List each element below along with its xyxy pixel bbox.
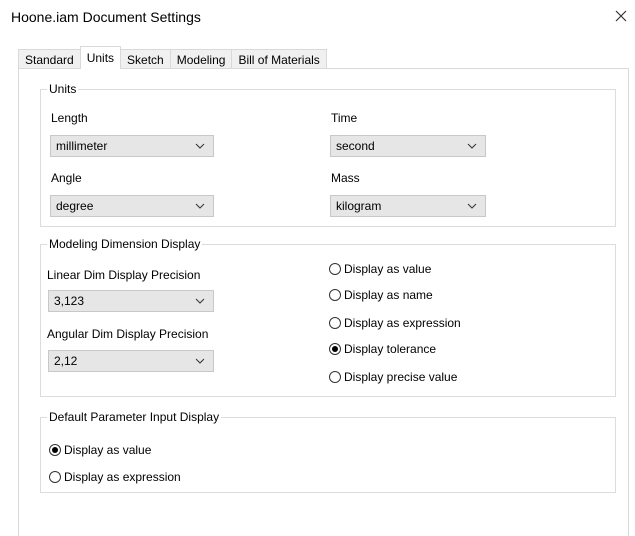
radio-param-display-as-expression[interactable]: Display as expression (49, 469, 181, 485)
radio-circle-selected (49, 444, 61, 456)
linear-precision-label: Linear Dim Display Precision (47, 268, 201, 282)
tab-bill-of-materials[interactable]: Bill of Materials (231, 49, 327, 69)
tab-units[interactable]: Units (79, 46, 122, 69)
length-select[interactable]: millimeter (50, 135, 214, 157)
mass-select[interactable]: kilogram (330, 195, 486, 217)
radio-circle (49, 471, 61, 483)
radio-label: Display tolerance (344, 342, 437, 356)
mass-value: kilogram (336, 199, 382, 213)
radio-label: Display as expression (64, 470, 181, 484)
close-button[interactable] (611, 5, 631, 27)
tab-bar: Standard Units Sketch Modeling Bill of M… (18, 46, 327, 69)
chevron-down-icon (467, 143, 477, 149)
chevron-down-icon (195, 143, 205, 149)
close-icon (615, 10, 627, 22)
chevron-down-icon (195, 203, 205, 209)
radio-display-precise-value[interactable]: Display precise value (329, 369, 457, 385)
modeling-dimension-group: Modeling Dimension Display (40, 237, 616, 397)
units-legend: Units (47, 82, 79, 96)
linear-precision-value: 3,123 (54, 294, 85, 308)
parameter-input-legend: Default Parameter Input Display (47, 410, 222, 424)
radio-circle (329, 289, 341, 301)
modeling-dimension-legend: Modeling Dimension Display (47, 237, 203, 251)
radio-display-as-expression[interactable]: Display as expression (329, 315, 461, 331)
window-title: Hoone.iam Document Settings (11, 9, 201, 25)
radio-label: Display as expression (344, 316, 461, 330)
radio-label: Display as value (64, 443, 152, 457)
tab-modeling[interactable]: Modeling (169, 49, 233, 69)
angular-precision-label: Angular Dim Display Precision (47, 327, 209, 341)
angle-value: degree (56, 199, 94, 213)
radio-label: Display as value (344, 262, 432, 276)
angular-precision-select[interactable]: 2,12 (48, 350, 214, 372)
angular-precision-value: 2,12 (54, 354, 78, 368)
radio-display-as-name[interactable]: Display as name (329, 287, 433, 303)
radio-circle (329, 317, 341, 329)
radio-circle-selected (329, 343, 341, 355)
radio-label: Display as name (344, 288, 433, 302)
radio-display-tolerance[interactable]: Display tolerance (329, 341, 436, 357)
angle-label: Angle (51, 171, 82, 185)
tab-panel: Units Length millimeter Time second Angl… (18, 68, 629, 536)
angle-select[interactable]: degree (50, 195, 214, 217)
length-value: millimeter (56, 139, 108, 153)
radio-display-as-value[interactable]: Display as value (329, 261, 431, 277)
tab-standard[interactable]: Standard (18, 49, 81, 69)
radio-param-display-as-value[interactable]: Display as value (49, 442, 151, 458)
chevron-down-icon (467, 203, 477, 209)
tab-sketch[interactable]: Sketch (120, 49, 171, 69)
time-select[interactable]: second (330, 135, 486, 157)
radio-circle (329, 263, 341, 275)
length-label: Length (51, 111, 88, 125)
time-value: second (336, 139, 375, 153)
linear-precision-select[interactable]: 3,123 (48, 290, 214, 312)
mass-label: Mass (331, 171, 360, 185)
time-label: Time (331, 111, 358, 125)
radio-circle (329, 371, 341, 383)
chevron-down-icon (195, 298, 205, 304)
radio-label: Display precise value (344, 370, 458, 384)
chevron-down-icon (195, 358, 205, 364)
